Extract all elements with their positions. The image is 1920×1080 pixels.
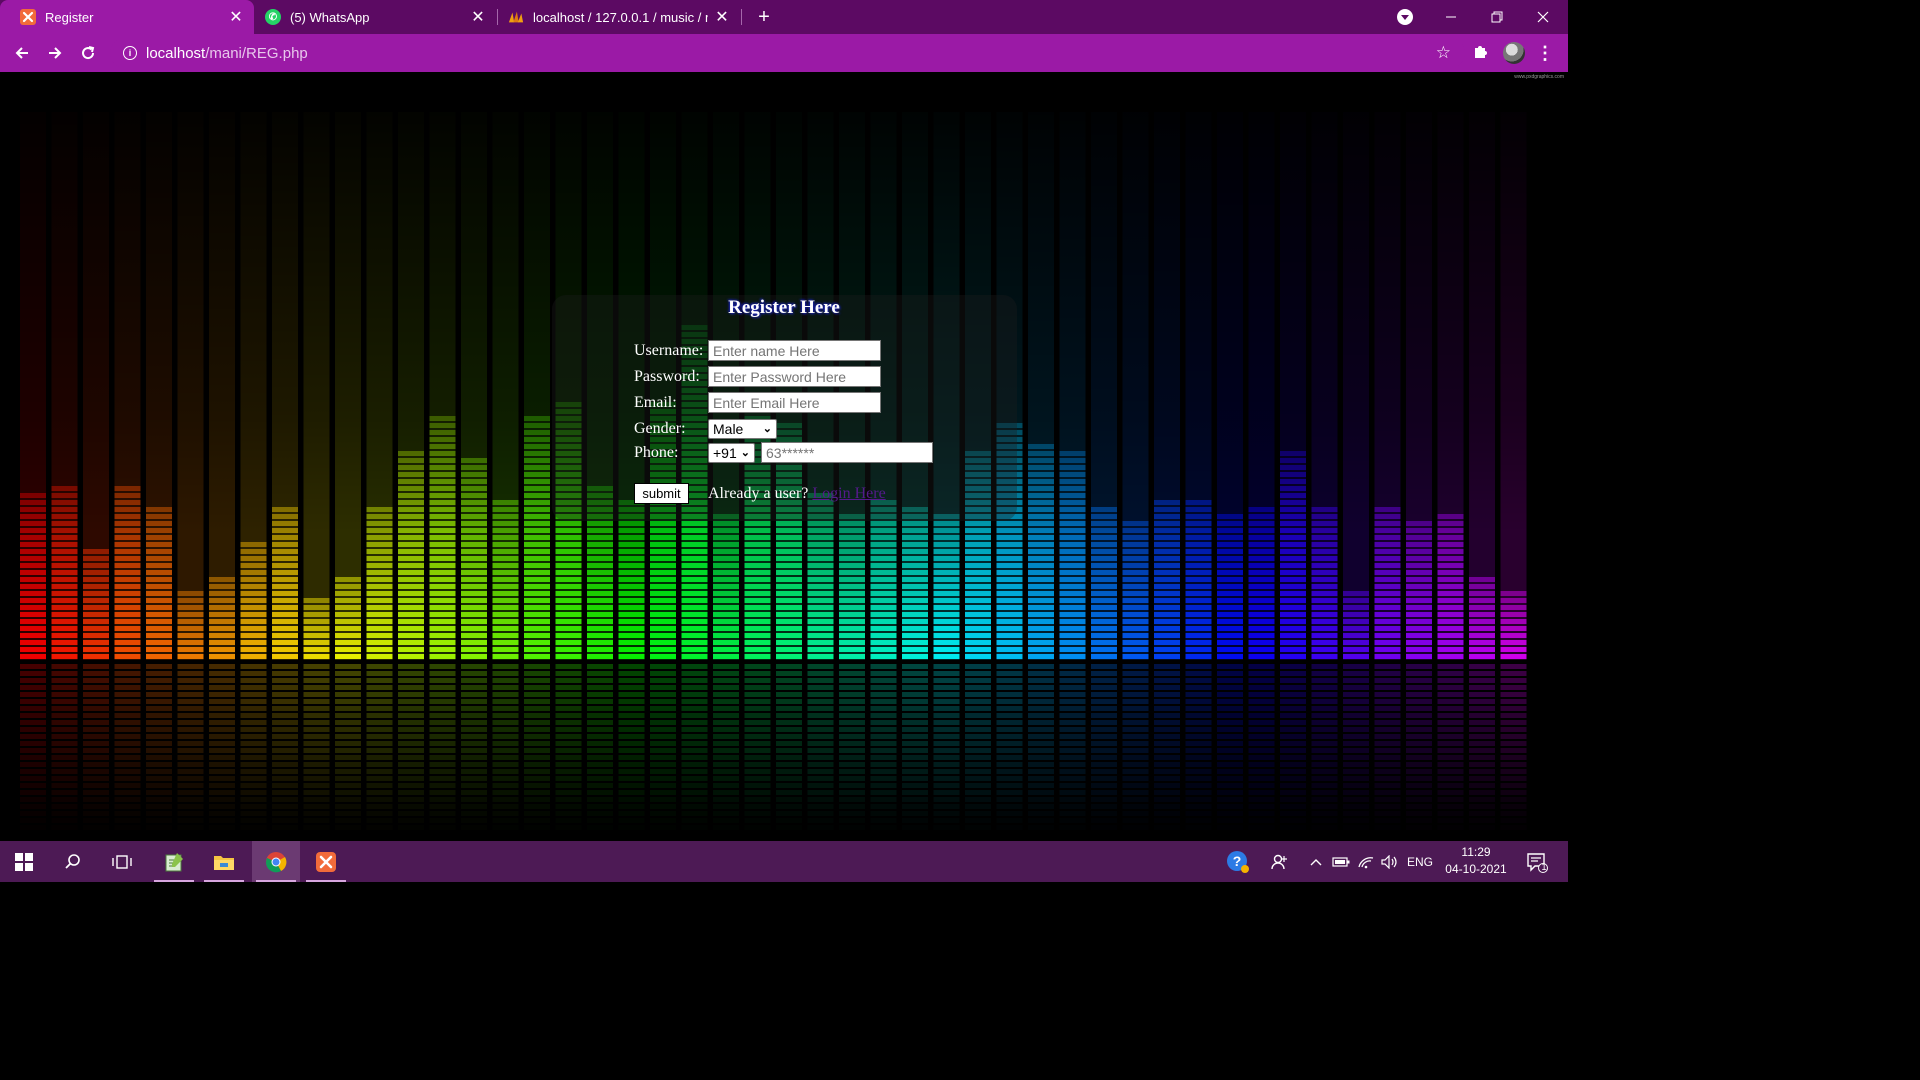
help-tray-icon[interactable]: ? (1222, 841, 1254, 882)
tab-search-icon[interactable] (1397, 9, 1413, 25)
gender-select[interactable]: Male ⌄ (708, 419, 777, 439)
notification-count: 1 (1541, 862, 1547, 872)
watermark: www.pxdgraphics.com (1514, 74, 1564, 80)
chrome-icon (266, 851, 287, 872)
page-viewport: www.pxdgraphics.com Register Here Userna… (0, 72, 1568, 841)
chevron-up-icon[interactable] (1305, 841, 1327, 882)
email-label: Email: (634, 394, 677, 411)
tab-register[interactable]: Register ✕ (0, 0, 254, 34)
tab-phpmyadmin[interactable]: localhost / 127.0.0.1 / music / mu ✕ (498, 0, 740, 34)
username-label: Username: (634, 342, 704, 359)
close-tab-icon[interactable]: ✕ (714, 7, 730, 27)
chevron-down-icon: ⌄ (762, 423, 772, 435)
country-code-select[interactable]: +91 ⌄ (708, 443, 755, 463)
task-view-button[interactable] (98, 841, 146, 882)
tab-divider (741, 9, 742, 25)
password-label: Password: (634, 368, 700, 385)
svg-text:?: ? (1233, 853, 1242, 869)
login-prompt: Already a user? Login Here (708, 485, 886, 503)
gender-value: Male (713, 421, 744, 437)
url-text: localhost/mani/REG.php (146, 45, 308, 62)
taskbar-app-file-explorer[interactable] (200, 841, 248, 882)
xampp-icon (316, 851, 336, 872)
username-input[interactable] (708, 340, 881, 361)
close-window-button[interactable] (1520, 0, 1566, 34)
browser-toolbar: i localhost/mani/REG.php ☆ ⋮ (0, 34, 1568, 72)
back-button[interactable] (8, 39, 36, 67)
email-input[interactable] (708, 392, 881, 413)
bookmark-star-icon[interactable]: ☆ (1436, 43, 1451, 63)
system-clock[interactable]: 11:29 04-10-2021 (1436, 844, 1516, 878)
language-indicator[interactable]: ENG (1403, 841, 1437, 882)
profile-avatar[interactable] (1503, 42, 1525, 64)
wifi-icon[interactable] (1355, 841, 1377, 882)
clock-date: 04-10-2021 (1445, 862, 1507, 876)
taskbar-app-chrome[interactable] (252, 841, 300, 882)
password-input[interactable] (708, 366, 881, 387)
restore-button[interactable] (1474, 0, 1520, 34)
already-user-text: Already a user? (708, 485, 809, 502)
login-link[interactable]: Login Here (812, 485, 885, 502)
phone-input[interactable] (761, 442, 933, 463)
register-heading: Register Here (728, 297, 840, 318)
reload-button[interactable] (74, 39, 102, 67)
tab-strip: Register ✕ ✆ (5) WhatsApp ✕ localhost / … (0, 0, 1568, 34)
taskbar-app-xampp[interactable] (302, 841, 350, 882)
new-tab-button[interactable]: + (752, 0, 776, 34)
submit-button[interactable]: submit (634, 483, 689, 504)
phone-label: Phone: (634, 444, 679, 461)
tab-title: Register (45, 9, 94, 25)
windows-taskbar: ? ENG 11:29 04-10-2021 1 (0, 841, 1568, 882)
whatsapp-icon: ✆ (265, 9, 281, 25)
phpmyadmin-icon (508, 9, 524, 25)
battery-icon[interactable] (1330, 841, 1352, 882)
gender-label: Gender: (634, 420, 686, 437)
start-button[interactable] (0, 841, 48, 882)
search-icon (65, 853, 80, 869)
clock-time: 11:29 (1461, 845, 1491, 859)
kebab-menu-icon[interactable]: ⋮ (1536, 42, 1554, 64)
forward-button[interactable] (41, 39, 69, 67)
url-path: /mani/REG.php (205, 44, 308, 62)
notepad-plus-plus-icon (165, 852, 183, 871)
volume-icon[interactable] (1379, 841, 1401, 882)
people-icon[interactable] (1264, 841, 1296, 882)
page-title: Register Here (0, 297, 1568, 319)
url-host: localhost (146, 44, 206, 62)
tab-title: (5) WhatsApp (290, 9, 370, 25)
tab-title: localhost / 127.0.0.1 / music / mu (533, 9, 708, 25)
tab-whatsapp[interactable]: ✆ (5) WhatsApp ✕ (254, 0, 496, 34)
chevron-down-icon: ⌄ (740, 447, 750, 459)
notification-center-button[interactable]: 1 (1520, 841, 1554, 882)
country-code-value: +91 (713, 445, 737, 461)
extensions-puzzle-icon[interactable] (1470, 42, 1490, 62)
task-view-icon (112, 854, 132, 869)
taskbar-app-notepad[interactable] (150, 841, 198, 882)
close-tab-icon[interactable]: ✕ (470, 7, 486, 27)
folder-icon (214, 855, 234, 870)
site-info-icon[interactable]: i (123, 46, 137, 60)
search-button[interactable] (49, 841, 97, 882)
windows-logo-icon (15, 852, 33, 871)
close-tab-icon[interactable]: ✕ (228, 7, 244, 27)
minimize-button[interactable] (1428, 0, 1474, 34)
address-bar[interactable]: i localhost/mani/REG.php ☆ (110, 38, 1465, 68)
xampp-icon (20, 9, 36, 25)
